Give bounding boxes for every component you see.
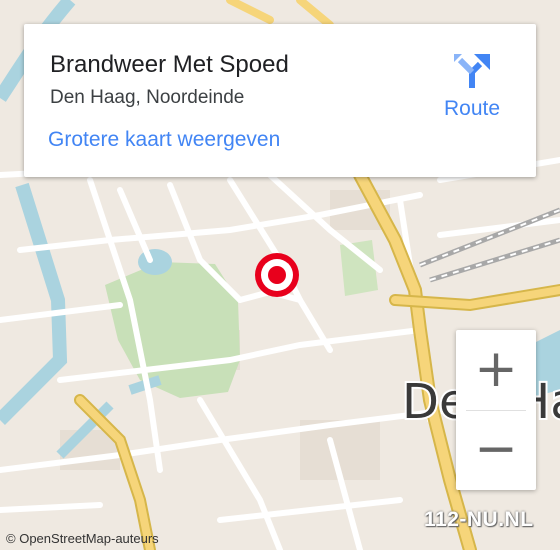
pond bbox=[138, 249, 172, 275]
directions-arrow-icon bbox=[454, 54, 490, 88]
place-title: Brandweer Met Spoed bbox=[50, 51, 289, 78]
zoom-in-button[interactable]: + bbox=[456, 330, 536, 410]
route-label: Route bbox=[443, 97, 501, 120]
place-address: Den Haag, Noordeinde bbox=[50, 87, 245, 108]
watermark-logo: 112-NU.NL bbox=[424, 508, 534, 531]
attribution-text: OpenStreetMap-auteurs bbox=[19, 531, 159, 546]
route-button[interactable]: Route bbox=[432, 50, 512, 121]
location-marker-icon[interactable] bbox=[255, 253, 299, 297]
zoom-out-button[interactable]: − bbox=[456, 410, 536, 490]
larger-map-link[interactable]: Grotere kaart weergeven bbox=[48, 128, 280, 152]
map-attribution[interactable]: © OpenStreetMap-auteurs bbox=[6, 531, 159, 546]
zoom-control: + − bbox=[456, 330, 536, 490]
copyright-symbol: © bbox=[6, 531, 16, 546]
info-card: Brandweer Met Spoed Den Haag, Noordeinde… bbox=[24, 24, 536, 177]
park-small bbox=[340, 240, 378, 296]
